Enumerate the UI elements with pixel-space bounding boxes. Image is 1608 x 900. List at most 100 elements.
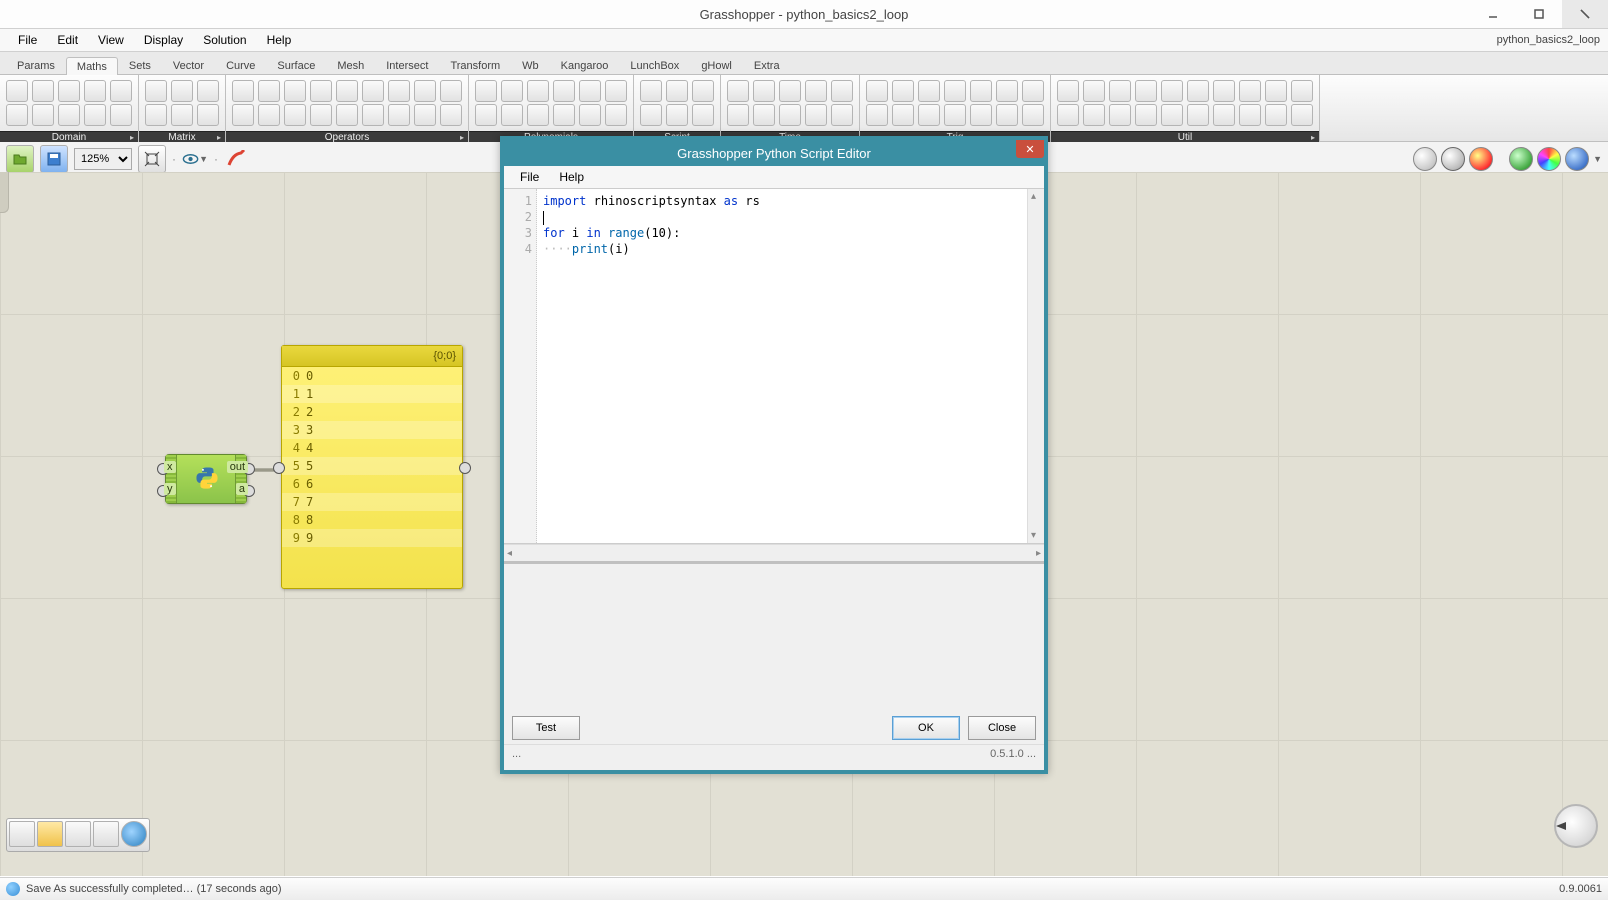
code-area[interactable]: import rhinoscriptsyntax as rs for i in … [537,189,1027,543]
display-mode-1[interactable] [1413,147,1437,171]
dialog-close-button[interactable]: ✕ [1016,140,1044,158]
menu-edit[interactable]: Edit [47,31,88,49]
tab-maths[interactable]: Maths [66,57,118,75]
save-file-button[interactable] [40,145,68,173]
ribbon-button[interactable] [258,80,280,102]
ribbon-button[interactable] [579,80,601,102]
ribbon-button[interactable] [527,80,549,102]
ribbon-button[interactable] [553,104,575,126]
ribbon-button[interactable] [32,80,54,102]
tab-intersect[interactable]: Intersect [375,56,439,74]
ribbon-button[interactable] [996,104,1018,126]
ribbon-button[interactable] [1239,104,1261,126]
sketch-button[interactable] [224,146,250,172]
tab-params[interactable]: Params [6,56,66,74]
ribbon-button[interactable] [1213,104,1235,126]
ribbon-button[interactable] [1022,80,1044,102]
ribbon-button[interactable] [1265,104,1287,126]
ribbon-button[interactable] [779,80,801,102]
preview-toggle-button[interactable]: ▼ [182,146,208,172]
ribbon-button[interactable] [197,104,219,126]
ribbon-button[interactable] [501,104,523,126]
ribbon-button[interactable] [1161,80,1183,102]
editor-hscrollbar[interactable]: ◂▸ [504,544,1044,561]
ribbon-button[interactable] [1291,80,1313,102]
ribbon-button[interactable] [753,104,775,126]
ribbon-button[interactable] [692,80,714,102]
dock-btn-5[interactable] [121,821,147,847]
ribbon-button[interactable] [84,80,106,102]
ribbon-button[interactable] [258,104,280,126]
ribbon-button[interactable] [640,80,662,102]
ribbon-button[interactable] [414,104,436,126]
ribbon-button[interactable] [32,104,54,126]
ribbon-button[interactable] [197,80,219,102]
dock-btn-3[interactable] [65,821,91,847]
ribbon-button[interactable] [58,80,80,102]
tab-curve[interactable]: Curve [215,56,266,74]
ribbon-button[interactable] [171,80,193,102]
ribbon-button[interactable] [970,80,992,102]
ribbon-button[interactable] [475,104,497,126]
ribbon-button[interactable] [805,80,827,102]
panel-component[interactable]: {0;0} 00112233445566778899 [281,345,463,589]
ribbon-button[interactable] [110,104,132,126]
ribbon-button[interactable] [58,104,80,126]
menu-solution[interactable]: Solution [193,31,256,49]
ribbon-button[interactable] [605,104,627,126]
ribbon-button[interactable] [362,80,384,102]
ribbon-button[interactable] [336,104,358,126]
ribbon-button[interactable] [1187,80,1209,102]
tab-ghowl[interactable]: gHowl [690,56,743,74]
ribbon-button[interactable] [388,80,410,102]
dock-btn-4[interactable] [93,821,119,847]
ribbon-button[interactable] [310,104,332,126]
dialog-menu-file[interactable]: File [510,168,549,186]
tab-vector[interactable]: Vector [162,56,215,74]
ribbon-button[interactable] [1161,104,1183,126]
dock-btn-2[interactable] [37,821,63,847]
ribbon-button[interactable] [892,80,914,102]
code-editor[interactable]: 1234 import rhinoscriptsyntax as rs for … [504,189,1044,544]
tab-sets[interactable]: Sets [118,56,162,74]
ribbon-button[interactable] [918,80,940,102]
display-mode-4[interactable] [1509,147,1533,171]
maximize-button[interactable] [1516,0,1562,28]
menu-help[interactable]: Help [257,31,302,49]
menu-view[interactable]: View [88,31,134,49]
ribbon-button[interactable] [944,104,966,126]
menu-display[interactable]: Display [134,31,193,49]
ribbon-button[interactable] [1135,104,1157,126]
ribbon-button[interactable] [779,104,801,126]
ribbon-button[interactable] [753,80,775,102]
ribbon-button[interactable] [232,80,254,102]
ribbon-button[interactable] [6,104,28,126]
ribbon-button[interactable] [310,80,332,102]
ribbon-button[interactable] [414,80,436,102]
display-mode-5[interactable] [1537,147,1561,171]
ribbon-button[interactable] [336,80,358,102]
ribbon-button[interactable] [284,80,306,102]
editor-vscrollbar[interactable] [1027,189,1044,543]
ribbon-button[interactable] [727,80,749,102]
ribbon-button[interactable] [527,104,549,126]
ribbon-button[interactable] [1291,104,1313,126]
ribbon-button[interactable] [892,104,914,126]
display-mode-3[interactable] [1469,147,1493,171]
ribbon-button[interactable] [1109,104,1131,126]
ribbon-button[interactable] [475,80,497,102]
ribbon-button[interactable] [1083,104,1105,126]
ribbon-button[interactable] [831,80,853,102]
menu-file[interactable]: File [8,31,47,49]
panel-output-port[interactable] [459,462,471,474]
ribbon-button[interactable] [6,80,28,102]
ribbon-button[interactable] [145,80,167,102]
python-editor-dialog[interactable]: Grasshopper Python Script Editor ✕ File … [500,136,1048,774]
tab-wb[interactable]: Wb [511,56,550,74]
close-window-button[interactable] [1562,0,1608,28]
ribbon-button[interactable] [388,104,410,126]
zoom-select[interactable]: 125% [74,148,132,170]
ribbon-button[interactable] [1265,80,1287,102]
tab-kangaroo[interactable]: Kangaroo [550,56,620,74]
ribbon-button[interactable] [996,80,1018,102]
